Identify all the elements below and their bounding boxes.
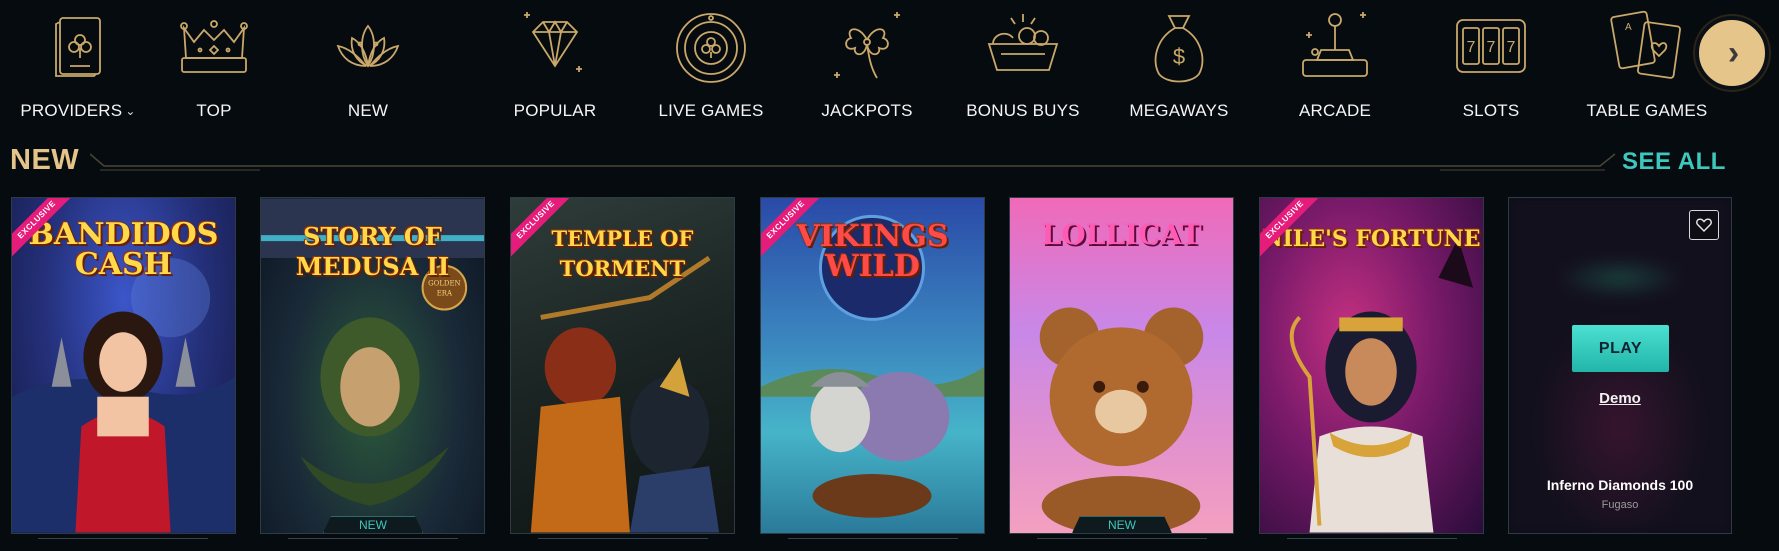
slot-machine-icon: 7 7 7	[1449, 4, 1533, 88]
heart-icon	[1696, 218, 1712, 232]
game-card[interactable]: BANDIDOS CASH EXCLUSIVE	[11, 197, 236, 534]
card-underline	[538, 533, 708, 539]
card-underline	[38, 533, 208, 539]
game-card-hovered[interactable]: PLAY Demo Inferno Diamonds 100 Fugaso	[1508, 197, 1732, 534]
nav-item-jackpots[interactable]: JACKPOTS	[792, 0, 942, 130]
nav-label-providers: PROVIDERS	[20, 101, 123, 120]
chevron-down-icon: ⌄	[125, 104, 136, 118]
game-name: Inferno Diamonds 100	[1546, 477, 1694, 493]
play-button[interactable]: PLAY	[1572, 325, 1669, 372]
diamond-icon	[513, 4, 597, 88]
nav-label-arcade: ARCADE	[1298, 101, 1372, 120]
chevron-right-icon: ›	[1727, 33, 1740, 72]
new-badge: NEW	[1072, 516, 1172, 533]
game-title: STORY OF MEDUSA II	[295, 222, 450, 281]
game-card[interactable]: NILE'S FORTUNE EXCLUSIVE	[1259, 197, 1484, 534]
nav-label-slots: SLOTS	[1462, 101, 1520, 120]
see-all-link[interactable]: SEE ALL	[1622, 148, 1726, 176]
favorite-button[interactable]	[1689, 210, 1719, 240]
game-card[interactable]: GOLDEN ERA STORY OF MEDUSA II NEW	[260, 197, 485, 534]
nav-item-arcade[interactable]: ARCADE	[1260, 0, 1410, 130]
nav-label-table-games: TABLE GAMES	[1586, 101, 1708, 120]
demo-link[interactable]: Demo	[1509, 390, 1731, 407]
game-card[interactable]: LOLLICAT NEW	[1009, 197, 1234, 534]
game-provider: Fugaso	[1601, 499, 1639, 511]
money-bag-icon: $	[1137, 4, 1221, 88]
section-header: NEW SEE ALL	[0, 140, 1779, 180]
nav-item-popular[interactable]: POPULAR	[480, 0, 630, 130]
nav-item-slots[interactable]: 7 7 7 SLOTS	[1416, 0, 1566, 130]
nav-label-top: TOP	[196, 101, 232, 120]
game-title: TEMPLE OF TORMENT	[551, 226, 694, 281]
section-title: NEW	[10, 144, 80, 176]
svg-text:7: 7	[1487, 39, 1496, 56]
nav-item-live-games[interactable]: LIVE GAMES	[636, 0, 786, 130]
card-underline	[788, 533, 958, 539]
roulette-icon	[669, 4, 753, 88]
joystick-icon	[1293, 4, 1377, 88]
nav-item-new[interactable]: NEW	[293, 0, 443, 130]
svg-text:ERA: ERA	[437, 290, 453, 298]
nav-item-bonus-buys[interactable]: BONUS BUYS	[948, 0, 1098, 130]
card-clover-icon	[36, 4, 120, 88]
nav-label-jackpots: JACKPOTS	[821, 101, 913, 120]
basket-icon	[981, 4, 1065, 88]
nav-item-providers[interactable]: PROVIDERS ⌄	[3, 0, 153, 130]
svg-text:A: A	[1625, 22, 1632, 33]
nav-label-popular: POPULAR	[513, 101, 597, 120]
game-title: NILE'S FORTUNE	[1262, 226, 1481, 252]
svg-text:7: 7	[1507, 39, 1516, 56]
game-title: BANDIDOS CASH	[28, 217, 219, 282]
nav-label-megaways: MEGAWAYS	[1129, 101, 1229, 120]
card-underline	[288, 533, 458, 539]
game-title: LOLLICAT	[1041, 218, 1202, 251]
nav-label-bonus-buys: BONUS BUYS	[966, 101, 1080, 120]
category-nav: PROVIDERS ⌄ TOP NEW POPULAR LIVE GAMES J…	[0, 0, 1779, 135]
nav-label-live-games: LIVE GAMES	[658, 101, 764, 120]
game-card[interactable]: TEMPLE OF TORMENT EXCLUSIVE	[510, 197, 735, 534]
lotus-icon	[326, 4, 410, 88]
svg-text:7: 7	[1467, 39, 1476, 56]
nav-item-top[interactable]: TOP	[139, 0, 289, 130]
nav-next-button[interactable]: ›	[1695, 16, 1769, 90]
nav-label-new: NEW	[347, 101, 389, 120]
crown-icon	[172, 4, 256, 88]
nav-item-megaways[interactable]: $ MEGAWAYS	[1104, 0, 1254, 130]
game-title: VIKINGS WILD	[796, 219, 949, 284]
section-divider	[90, 153, 1616, 171]
new-badge: NEW	[323, 516, 423, 533]
game-card[interactable]: VIKINGS WILD EXCLUSIVE	[760, 197, 985, 534]
card-underline	[1287, 533, 1457, 539]
playing-cards-icon: A	[1605, 4, 1689, 88]
svg-text:$: $	[1173, 44, 1185, 69]
clover-icon	[825, 4, 909, 88]
card-underline	[1037, 533, 1207, 539]
